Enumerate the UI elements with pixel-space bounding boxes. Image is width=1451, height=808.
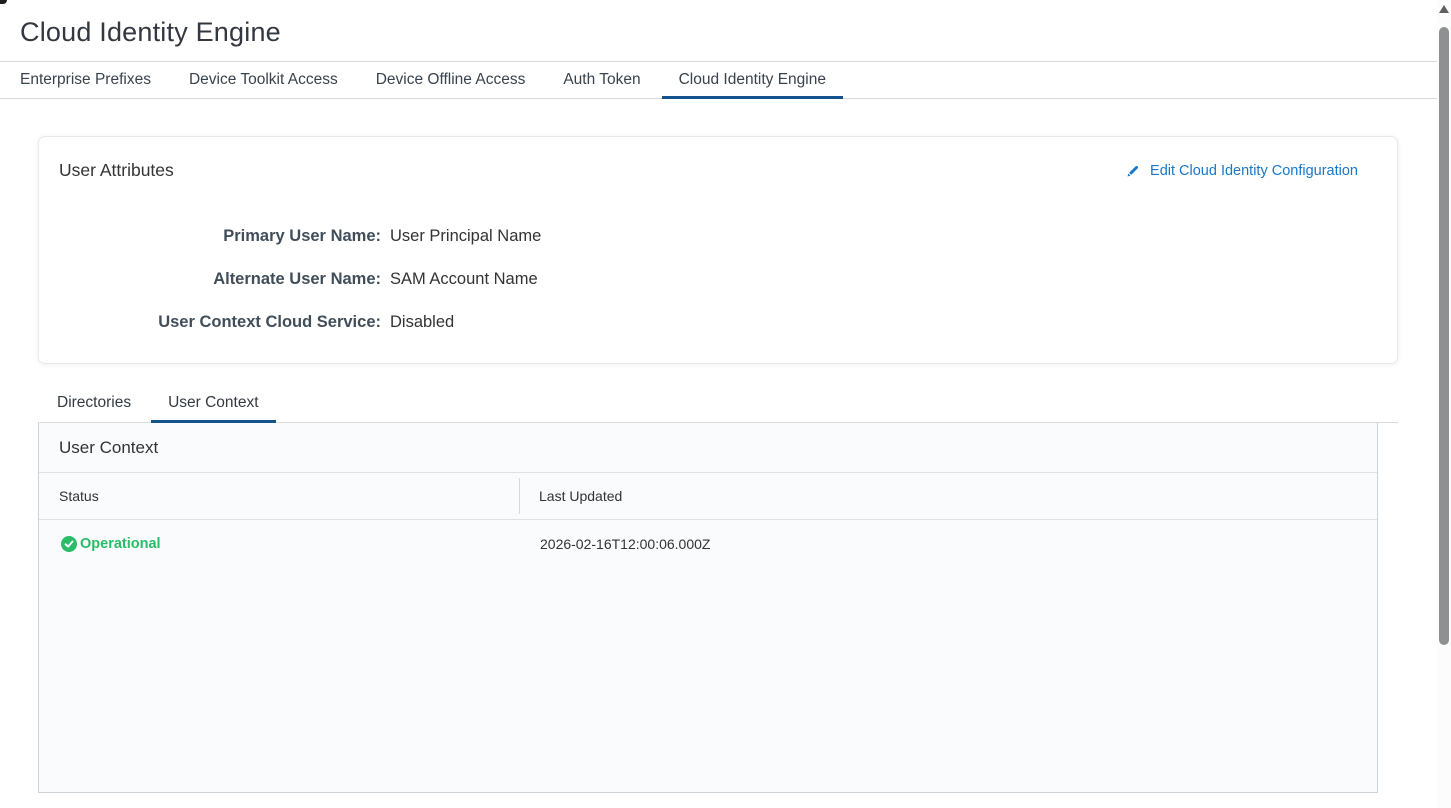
user-attributes-card: User Attributes Edit Cloud Identity Conf… <box>38 136 1398 364</box>
table-row: Operational 2026-02-16T12:00:06.000Z <box>39 520 1377 552</box>
tab-auth-token[interactable]: Auth Token <box>563 62 640 98</box>
field-value: Disabled <box>390 313 454 331</box>
field-user-context-cloud-service: User Context Cloud Service: Disabled <box>39 313 1397 331</box>
tab-user-context[interactable]: User Context <box>168 383 258 422</box>
field-label: User Context Cloud Service: <box>39 313 381 331</box>
main-tab-bar: Enterprise Prefixes Device Toolkit Acces… <box>0 61 1437 99</box>
field-label: Primary User Name: <box>39 227 381 245</box>
tab-cloud-identity-engine[interactable]: Cloud Identity Engine <box>679 62 826 98</box>
vertical-scrollbar[interactable] <box>1437 0 1451 808</box>
field-alternate-user-name: Alternate User Name: SAM Account Name <box>39 270 1397 288</box>
status-badge: Operational <box>80 536 161 552</box>
field-label: Alternate User Name: <box>39 270 381 288</box>
user-context-panel-heading: User Context <box>39 423 1377 473</box>
tab-device-toolkit-access[interactable]: Device Toolkit Access <box>189 62 338 98</box>
field-value: User Principal Name <box>390 227 541 245</box>
page-header: Cloud Identity Engine <box>0 0 1437 48</box>
sub-tab-bar: Directories User Context <box>38 383 1398 423</box>
column-header-status: Status <box>39 488 519 504</box>
user-context-panel: User Context Status Last Updated Operati… <box>38 423 1378 793</box>
tab-device-offline-access[interactable]: Device Offline Access <box>376 62 526 98</box>
table-header-row: Status Last Updated <box>39 473 1377 520</box>
status-cell: Operational <box>39 536 520 552</box>
tab-enterprise-prefixes[interactable]: Enterprise Prefixes <box>20 62 151 98</box>
edit-cloud-identity-configuration-link[interactable]: Edit Cloud Identity Configuration <box>1125 162 1358 179</box>
edit-link-label: Edit Cloud Identity Configuration <box>1150 163 1358 179</box>
column-header-last-updated: Last Updated <box>520 488 622 504</box>
field-value: SAM Account Name <box>390 270 538 288</box>
user-attributes-heading: User Attributes <box>59 160 174 181</box>
user-attributes-fields: Primary User Name: User Principal Name A… <box>39 227 1397 356</box>
scrollbar-thumb[interactable] <box>1439 27 1449 645</box>
triangle-up-icon[interactable] <box>1439 5 1449 13</box>
check-circle-icon <box>61 536 77 552</box>
last-updated-cell: 2026-02-16T12:00:06.000Z <box>520 536 710 552</box>
pencil-icon <box>1125 162 1142 179</box>
tab-directories[interactable]: Directories <box>57 383 131 422</box>
page-title: Cloud Identity Engine <box>20 17 1437 48</box>
main-content: Cloud Identity Engine Enterprise Prefixe… <box>0 0 1437 808</box>
field-primary-user-name: Primary User Name: User Principal Name <box>39 227 1397 245</box>
